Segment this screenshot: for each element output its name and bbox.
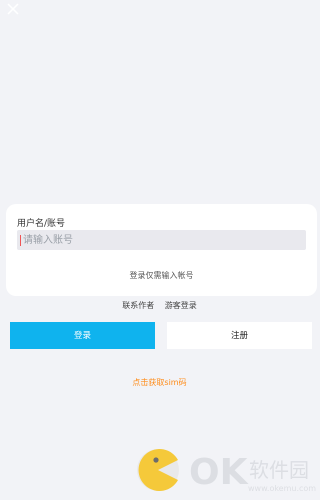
okemu-watermark-logo: OK 软件园 www.okemu.com bbox=[137, 449, 316, 493]
guest-login-link[interactable]: 游客登录 bbox=[165, 301, 197, 310]
login-button[interactable]: 登录 bbox=[10, 322, 155, 349]
svg-text:OK: OK bbox=[189, 452, 249, 493]
register-button[interactable]: 注册 bbox=[167, 322, 312, 349]
svg-text:软件园: 软件园 bbox=[249, 458, 309, 482]
username-input-wrapper[interactable] bbox=[17, 230, 306, 250]
secondary-links: 联系作者 游客登录 bbox=[0, 300, 319, 311]
contact-author-link[interactable]: 联系作者 bbox=[122, 301, 154, 310]
text-cursor bbox=[20, 235, 21, 246]
svg-text:www.okemu.com: www.okemu.com bbox=[248, 484, 316, 493]
login-hint: 登录仅需输入帐号 bbox=[129, 271, 194, 280]
get-sim-code-link[interactable]: 点击获取sim码 bbox=[0, 377, 319, 388]
close-icon[interactable] bbox=[6, 2, 20, 16]
username-input[interactable] bbox=[23, 230, 303, 250]
username-label: 用户名/账号 bbox=[17, 219, 66, 229]
login-card: 用户名/账号 登录仅需输入帐号 bbox=[6, 204, 317, 296]
